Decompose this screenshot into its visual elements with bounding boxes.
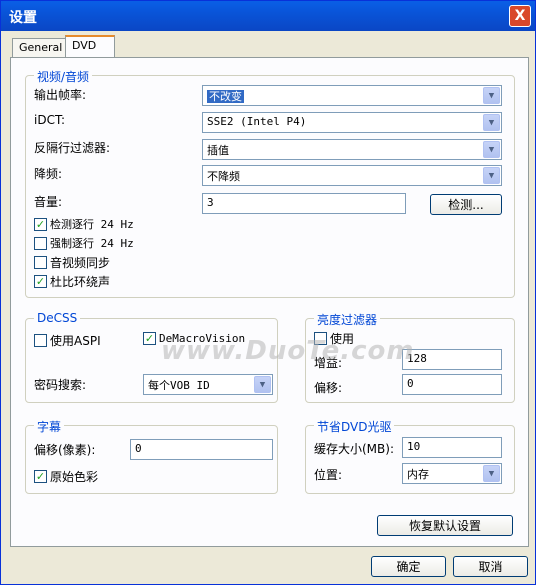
- use-aspi-checkbox[interactable]: 使用ASPI: [34, 332, 101, 349]
- detect-button[interactable]: 检测...: [430, 194, 502, 215]
- subtitle-offset-label: 偏移(像素):: [34, 443, 96, 457]
- chevron-down-icon[interactable]: ▼: [483, 87, 500, 104]
- tab-dvd[interactable]: DVD: [65, 35, 115, 58]
- title-bar[interactable]: 设置 X: [1, 1, 535, 31]
- close-button[interactable]: X: [509, 5, 531, 27]
- group-title: 视频/音频: [34, 68, 93, 85]
- subtitle-offset-input[interactable]: 0: [130, 439, 273, 460]
- checkmark-icon: ✓: [34, 275, 47, 288]
- chevron-down-icon[interactable]: ▼: [483, 167, 500, 184]
- settings-window: 设置 X General DVD 视频/音频 输出帧率: 不改变 ▼ iDCT: …: [0, 0, 536, 585]
- checkmark-icon: ✓: [34, 470, 47, 483]
- deinterlace-select[interactable]: 插值 ▼: [202, 139, 502, 160]
- av-sync-checkbox[interactable]: 音视频同步: [34, 254, 110, 271]
- window-title: 设置: [9, 10, 37, 26]
- downsample-select[interactable]: 不降频 ▼: [202, 165, 502, 186]
- deinterlace-label: 反隔行过滤器:: [34, 141, 111, 155]
- brightness-offset-input[interactable]: 0: [402, 374, 502, 395]
- force-progressive-checkbox[interactable]: 强制逐行 24 Hz: [34, 235, 134, 251]
- video-audio-group: 视频/音频 输出帧率: 不改变 ▼ iDCT: SSE2 (Intel P4) ▼ …: [25, 68, 515, 298]
- key-search-label: 密码搜索:: [34, 378, 87, 392]
- checkmark-icon: ✓: [143, 332, 156, 345]
- idct-label: iDCT:: [34, 113, 66, 127]
- cache-size-input[interactable]: 10: [402, 437, 502, 458]
- volume-label: 音量:: [34, 195, 63, 209]
- watermark: www.DuoTe.com: [161, 336, 415, 366]
- downsample-label: 降频:: [34, 167, 63, 181]
- save-dvd-group: 节省DVD光驱 缓存大小(MB): 10 位置: 内存 ▼: [305, 418, 515, 494]
- cancel-button[interactable]: 取消: [453, 556, 528, 577]
- original-color-checkbox[interactable]: ✓ 原始色彩: [34, 468, 98, 485]
- subtitle-group: 字幕 偏移(像素): 0 ✓ 原始色彩: [25, 418, 278, 494]
- checkmark-icon: ✓: [34, 217, 47, 231]
- location-label: 位置:: [314, 468, 343, 482]
- chevron-down-icon[interactable]: ▼: [483, 114, 500, 131]
- cache-size-label: 缓存大小(MB):: [314, 442, 394, 456]
- key-search-select[interactable]: 每个VOB ID ▼: [143, 374, 273, 395]
- volume-input[interactable]: 3: [202, 193, 406, 214]
- close-icon: X: [514, 8, 526, 24]
- group-title: DeCSS: [34, 311, 81, 325]
- group-title: 节省DVD光驱: [314, 418, 395, 435]
- restore-defaults-button[interactable]: 恢复默认设置: [377, 515, 513, 536]
- dvd-panel: 视频/音频 输出帧率: 不改变 ▼ iDCT: SSE2 (Intel P4) ▼ …: [10, 57, 529, 547]
- tab-general[interactable]: General: [12, 38, 70, 58]
- detect-progressive-checkbox[interactable]: ✓ 检测逐行 24 Hz: [34, 216, 134, 232]
- output-fps-label: 输出帧率:: [34, 88, 87, 102]
- location-select[interactable]: 内存 ▼: [402, 463, 502, 484]
- group-title: 字幕: [34, 418, 65, 435]
- group-title: 亮度过滤器: [314, 311, 381, 328]
- dolby-surround-checkbox[interactable]: ✓ 杜比环绕声: [34, 273, 110, 290]
- brightness-offset-label: 偏移:: [314, 381, 343, 395]
- output-fps-select[interactable]: 不改变 ▼: [202, 85, 502, 106]
- idct-select[interactable]: SSE2 (Intel P4) ▼: [202, 112, 502, 133]
- chevron-down-icon[interactable]: ▼: [483, 141, 500, 158]
- gain-input[interactable]: 128: [402, 349, 502, 370]
- chevron-down-icon[interactable]: ▼: [483, 465, 500, 482]
- chevron-down-icon[interactable]: ▼: [254, 376, 271, 393]
- ok-button[interactable]: 确定: [371, 556, 446, 577]
